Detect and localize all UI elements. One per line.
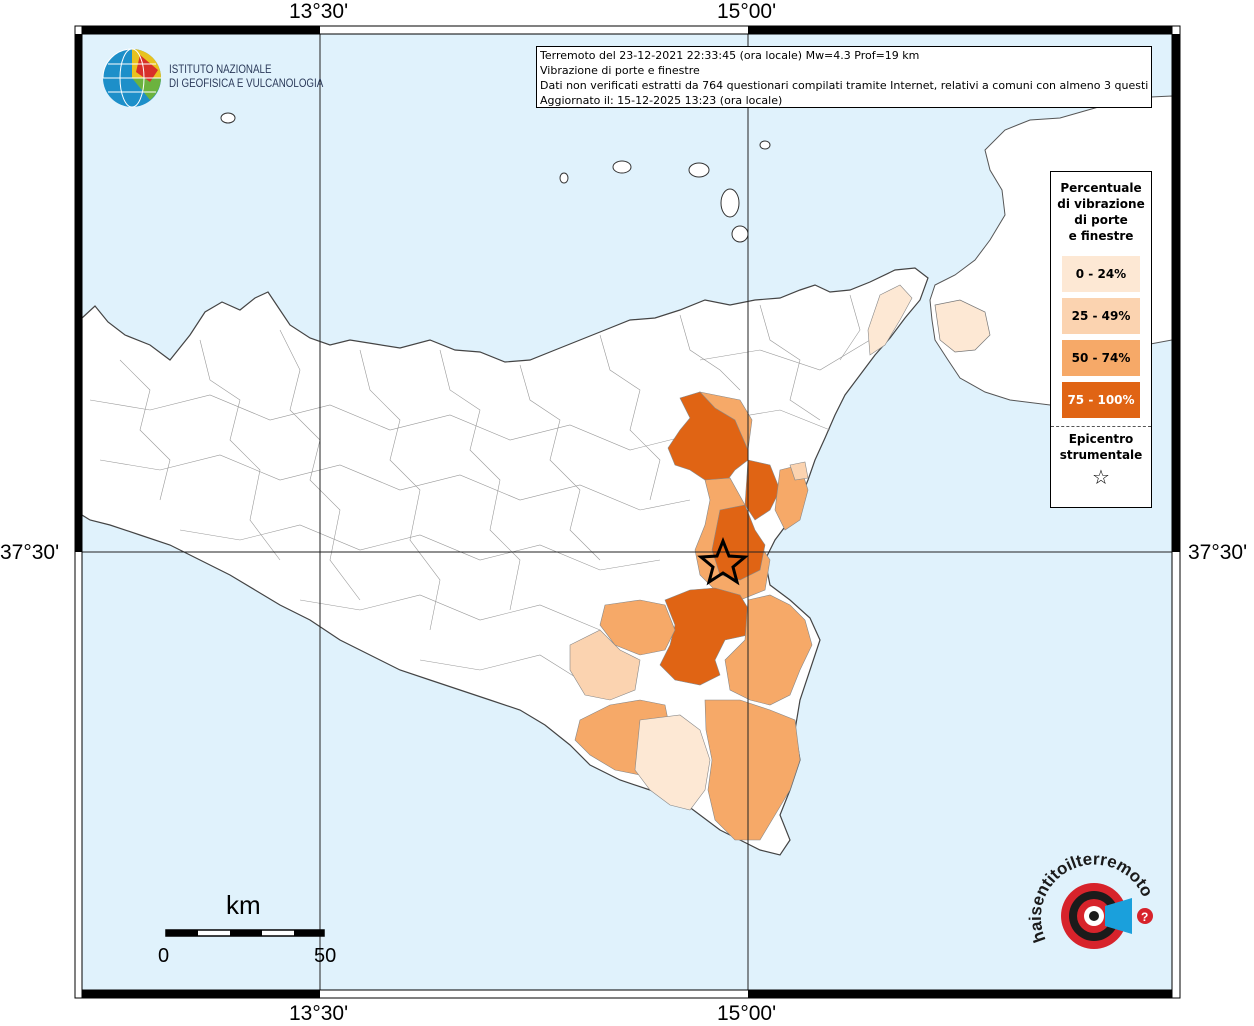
scale-start: 0 [158, 945, 170, 967]
lon-label-bottom-right: 15°00' [717, 1002, 777, 1025]
legend-epi-line2: strumentale [1059, 448, 1143, 462]
institute-line2: DI GEOFISICA E VULCANOLOGIA [169, 78, 324, 90]
scale-end: 50 [314, 945, 337, 967]
scale-bar [165, 929, 325, 937]
island-ustica [220, 112, 236, 124]
legend-class-1: 25 - 49% [1062, 298, 1140, 334]
ingv-logo-icon [102, 48, 161, 108]
info-line-event: Terremoto del 23-12-2021 22:33:45 (ora l… [540, 49, 920, 62]
legend-class-3: 75 - 100% [1062, 382, 1140, 418]
island-filicudi [612, 160, 632, 174]
legend-title-line4: e finestre [1068, 229, 1134, 243]
lon-label-top-left: 13°30' [289, 0, 349, 23]
legend-class-2: 50 - 74% [1062, 340, 1140, 376]
info-line-updated: Aggiornato il: 15-12-2025 13:23 (ora loc… [540, 94, 783, 107]
svg-text:?: ? [1141, 910, 1148, 924]
legend-title-line3: di porte [1074, 213, 1128, 227]
legend-title-line1: Percentuale [1060, 181, 1142, 195]
island-alicudi [559, 172, 569, 184]
legend-divider [1051, 426, 1151, 427]
legend-title-line2: di vibrazione [1057, 197, 1145, 211]
island-vulcano [731, 225, 749, 243]
legend-class-0: 0 - 24% [1062, 256, 1140, 292]
legend-epicenter-label: Epicentro strumentale [1051, 431, 1151, 463]
earthquake-info-box: Terremoto del 23-12-2021 22:33:45 (ora l… [536, 46, 1152, 108]
legend: Percentuale di vibrazione di porte e fin… [1050, 171, 1152, 508]
institute-line1: ISTITUTO NAZIONALE [169, 64, 272, 76]
lon-label-top-right: 15°00' [717, 0, 777, 23]
institute-name: ISTITUTO NAZIONALE DI GEOFISICA E VULCAN… [169, 63, 323, 91]
legend-epi-line1: Epicentro [1068, 432, 1134, 446]
info-line-source: Dati non verificati estratti da 764 ques… [540, 79, 1148, 92]
intensity-map: ? [74, 25, 1181, 999]
legend-star-icon: ☆ [1092, 465, 1110, 489]
lat-label-left: 37°30' [0, 541, 60, 564]
legend-title: Percentuale di vibrazione di porte e fin… [1051, 180, 1151, 244]
island-panarea [759, 140, 771, 150]
scale-unit: km [226, 890, 261, 920]
island-lipari [720, 188, 740, 218]
info-line-parameter: Vibrazione di porte e finestre [540, 64, 700, 77]
lon-label-bottom-left: 13°30' [289, 1002, 349, 1025]
lat-label-right: 37°30' [1188, 541, 1248, 564]
island-salina [688, 162, 710, 178]
